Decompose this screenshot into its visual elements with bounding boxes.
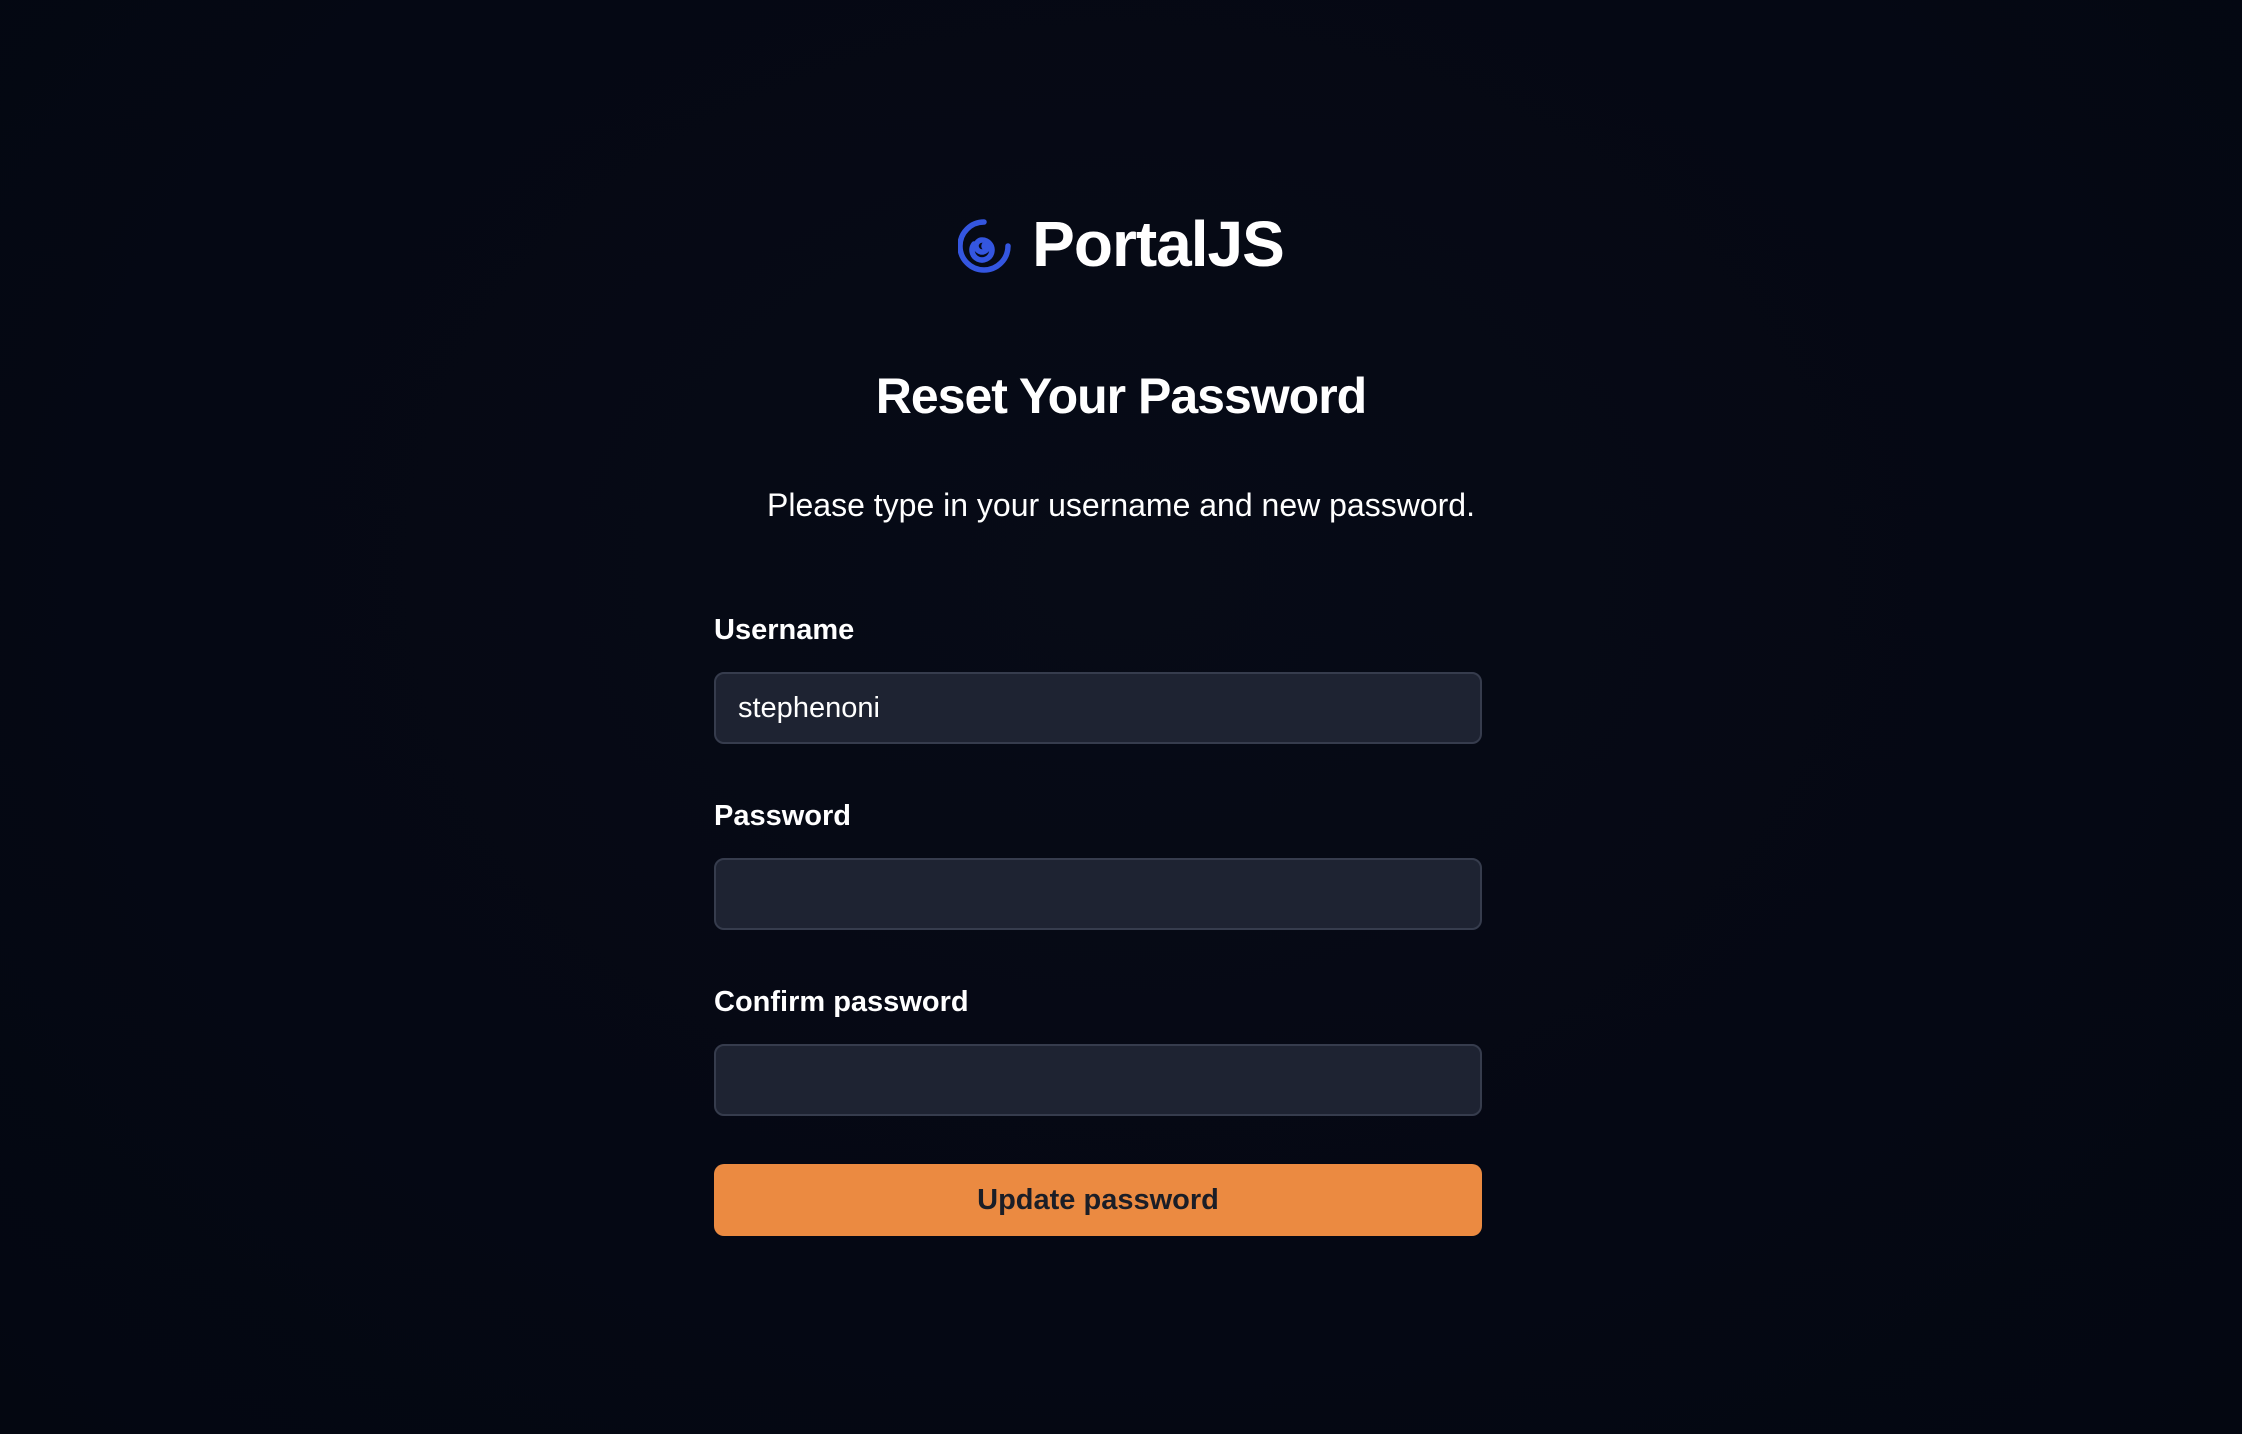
brand-name: PortalJS — [1032, 208, 1285, 280]
password-input[interactable] — [714, 858, 1482, 930]
page-subtitle: Please type in your username and new pas… — [767, 487, 1475, 523]
confirm-password-input[interactable] — [714, 1044, 1482, 1116]
reset-password-page: PortalJS Reset Your Password Please type… — [0, 0, 2242, 1434]
reset-password-form: Username Password Confirm password Updat… — [714, 610, 1482, 1236]
password-label: Password — [714, 800, 851, 832]
brand-header: PortalJS — [0, 206, 2242, 282]
confirm-password-label: Confirm password — [714, 986, 969, 1018]
page-title: Reset Your Password — [875, 368, 1367, 424]
username-label: Username — [714, 614, 855, 646]
username-input[interactable] — [714, 672, 1482, 744]
spiral-icon — [958, 219, 1011, 273]
update-password-button[interactable]: Update password — [714, 1164, 1482, 1236]
